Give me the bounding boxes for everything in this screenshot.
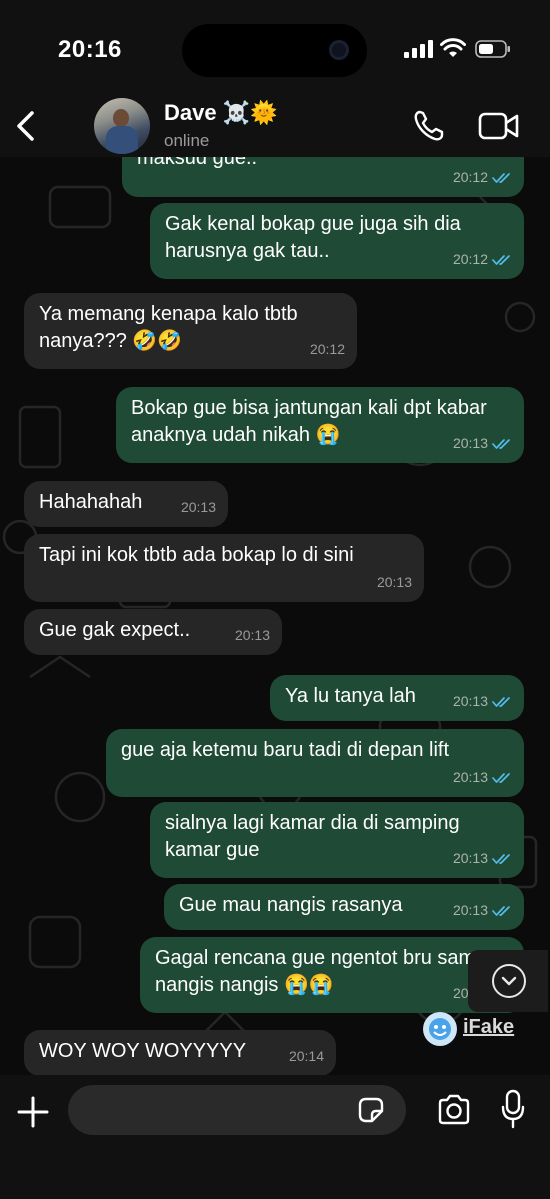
message-time: 20:13 [180,499,216,515]
phone-icon[interactable] [412,109,446,143]
message-time: 20:12 [452,169,488,185]
read-receipt-icon [492,254,510,265]
wifi-icon [440,38,466,57]
message-time: 20:14 [288,1048,324,1064]
message-meta: 20:14 [289,1043,324,1070]
microphone-icon[interactable] [500,1089,526,1129]
message-time: 20:12 [452,251,488,267]
read-receipt-icon [492,438,510,449]
incoming-message[interactable]: Ya memang kenapa kalo tbtb nanya??? 🤣🤣 20… [24,293,357,369]
incoming-message[interactable]: Tapi ini kok tbtb ada bokap lo di sini 20… [24,534,424,602]
status-time: 20:16 [58,36,122,63]
read-receipt-icon [492,696,510,707]
ifake-watermark: iFake [423,1012,533,1046]
outgoing-message[interactable]: Ya lu tanya lah 20:13 [270,675,524,721]
message-meta: 20:12 [453,164,512,191]
message-text: WOY WOY WOYYYYY [39,1040,247,1062]
chat-header: Dave ☠️🌞 online [0,95,550,157]
message-meta: 20:13 [453,845,512,872]
message-time: 20:13 [452,435,488,451]
read-receipt-icon [492,172,510,183]
ifake-watermark-text: iFake [463,1016,515,1038]
contact-status: online [164,131,210,150]
cellular-signal-icon [404,40,434,58]
message-time: 20:13 [452,902,488,918]
incoming-message[interactable]: Gue gak expect.. 20:13 [24,609,282,655]
outgoing-message[interactable]: Bokap gue bisa jantungan kali dpt kabar … [116,387,524,463]
back-chevron-icon[interactable] [12,109,42,143]
message-meta: 20:13 [181,494,216,521]
message-input[interactable] [68,1085,406,1135]
message-time: 20:12 [309,341,345,357]
sticker-icon[interactable] [356,1095,386,1125]
outgoing-message[interactable]: Gagal rencana gue ngentot bru sampe nang… [140,937,524,1013]
outgoing-message[interactable]: Gak kenal bokap gue juga sih dia harusny… [150,203,524,279]
message-text: Gue gak expect.. [39,619,191,641]
message-meta: 20:13 [453,897,512,924]
composer-bar [0,1075,550,1199]
message-meta: 20:13 [377,569,412,596]
outgoing-message[interactable]: maksud gue.. 20:12 [122,157,524,197]
message-meta: 20:12 [453,246,512,273]
message-meta: 20:13 [453,688,512,715]
message-meta: 20:12 [310,336,345,363]
message-meta: 20:13 [235,622,270,649]
message-time: 20:13 [452,850,488,866]
message-time: 20:13 [376,574,412,590]
message-meta: 20:13 [453,764,512,791]
message-list[interactable]: maksud gue.. 20:12 Gak kenal bokap gue jug… [0,157,550,1075]
incoming-message[interactable]: Hahahahah 20:13 [24,481,228,527]
outgoing-message[interactable]: sialnya lagi kamar dia di samping kamar … [150,802,524,878]
message-time: 20:13 [452,693,488,709]
outgoing-message[interactable]: Gue mau nangis rasanya 20:13 [164,884,524,930]
message-time: 20:13 [234,627,270,643]
dynamic-island [182,24,367,77]
scroll-down-icon [492,964,526,998]
message-time: 20:13 [452,769,488,785]
battery-icon [475,40,510,58]
message-text: Ya memang kenapa kalo tbtb nanya??? 🤣🤣 [39,303,298,352]
read-receipt-icon [492,853,510,864]
ifake-logo [423,1012,457,1046]
message-meta: 20:13 [453,430,512,457]
outgoing-message[interactable]: gue aja ketemu baru tadi di depan lift 20… [106,729,524,797]
message-text: Tapi ini kok tbtb ada bokap lo di sini [39,544,354,566]
read-receipt-icon [492,772,510,783]
incoming-message[interactable]: WOY WOY WOYYYYY 20:14 [24,1030,336,1075]
scroll-to-bottom-button[interactable] [468,950,548,1012]
front-camera-icon [329,40,349,60]
contact-name[interactable]: Dave ☠️🌞 [164,100,278,126]
status-bar: 20:16 [0,0,550,95]
video-call-icon[interactable] [478,111,520,141]
read-receipt-icon [492,905,510,916]
camera-icon[interactable] [436,1093,472,1127]
contact-avatar[interactable] [94,98,150,154]
message-text: gue aja ketemu baru tadi di depan lift [121,739,449,761]
plus-icon[interactable] [16,1095,50,1129]
